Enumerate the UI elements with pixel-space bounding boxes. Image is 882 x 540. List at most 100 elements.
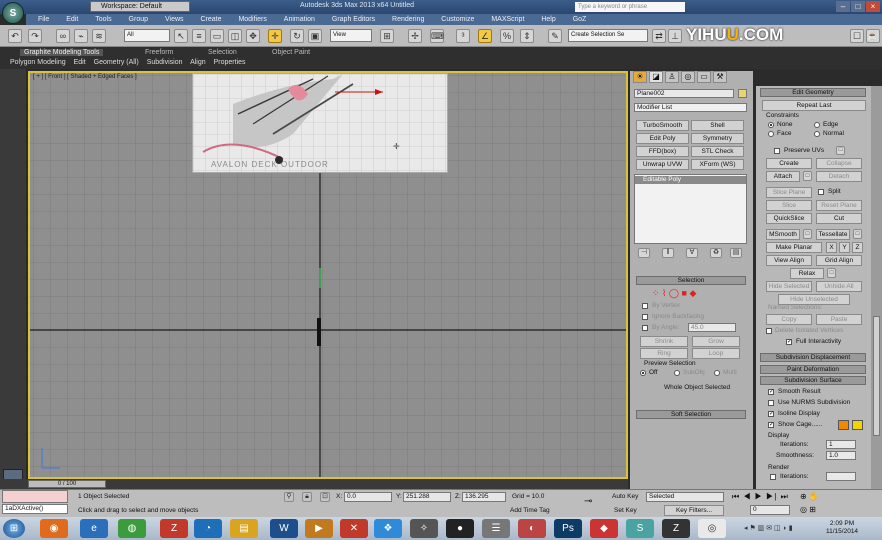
attach-settings-icon[interactable]: □ bbox=[803, 171, 812, 181]
x-coordinate-field[interactable]: 0.0 bbox=[344, 492, 392, 502]
scale-icon[interactable]: ▣ bbox=[308, 29, 322, 43]
menu-edit[interactable]: Edit bbox=[66, 14, 78, 25]
link-icon[interactable]: ∞ bbox=[56, 29, 70, 43]
filezilla-task-icon[interactable]: Z bbox=[160, 519, 188, 538]
slice-plane-button[interactable]: Slice Plane bbox=[766, 187, 812, 198]
shell-button[interactable]: Shell bbox=[691, 120, 744, 131]
quickslice-button[interactable]: QuickSlice bbox=[766, 213, 812, 224]
make-planar-button[interactable]: Make Planar bbox=[766, 242, 822, 253]
slice-button[interactable]: Slice bbox=[766, 200, 812, 211]
menu-modifiers[interactable]: Modifiers bbox=[238, 14, 266, 25]
playback-controls[interactable]: ⏮ ◀ ▶ ▶| ⏭ bbox=[732, 492, 789, 502]
keyboard-shortcut-icon[interactable]: ⌨ bbox=[430, 29, 444, 43]
menu-goz[interactable]: GoZ bbox=[573, 14, 587, 25]
menu-create[interactable]: Create bbox=[200, 14, 221, 25]
minimize-button[interactable]: – bbox=[836, 1, 850, 12]
tab-object-paint[interactable]: Object Paint bbox=[272, 49, 310, 56]
system-clock[interactable]: 2:09 PM 11/15/2014 bbox=[826, 520, 858, 536]
loop-button[interactable]: Loop bbox=[692, 348, 740, 359]
lock-selection-icon[interactable]: 🔒︎ bbox=[302, 492, 312, 502]
subdivision-displacement-header[interactable]: Subdivision Displacement bbox=[760, 353, 866, 362]
word-task-icon[interactable]: W bbox=[270, 519, 298, 538]
pivot-center-icon[interactable]: ⊞ bbox=[380, 29, 394, 43]
msmooth-button[interactable]: MSmooth bbox=[766, 229, 800, 240]
key-icon[interactable]: ⊸ bbox=[584, 496, 592, 507]
tessellate-settings-icon[interactable]: □ bbox=[853, 229, 862, 239]
tray-icons[interactable]: ◂ ⚑ ▥ ✉ ◫ ◗ ▮ bbox=[744, 524, 793, 532]
menu-views[interactable]: Views bbox=[165, 14, 184, 25]
photoshop-task-icon[interactable]: Ps bbox=[554, 519, 582, 538]
isoline-display-checkbox[interactable]: ✓ bbox=[768, 411, 774, 417]
maximize-button[interactable]: □ bbox=[851, 1, 865, 12]
copy-button[interactable]: Copy bbox=[766, 314, 812, 325]
render-setup-icon[interactable]: ☐ bbox=[850, 29, 864, 43]
relax-settings-icon[interactable]: □ bbox=[827, 268, 836, 278]
snaps-toggle-icon[interactable]: ³ bbox=[456, 29, 470, 43]
create-tab-icon[interactable]: ☀ bbox=[633, 71, 647, 83]
ribbon-properties[interactable]: Properties bbox=[214, 59, 246, 66]
chrome-task-icon[interactable]: ◍ bbox=[118, 519, 146, 538]
maxscript-listener-input[interactable]: 1aDXActive() bbox=[2, 504, 68, 514]
unwrap-uvw-button[interactable]: Unwrap UVW bbox=[636, 159, 689, 170]
attach-button[interactable]: Attach bbox=[766, 171, 800, 182]
selection-filter-dropdown[interactable]: All bbox=[124, 29, 170, 42]
tab-freeform[interactable]: Freeform bbox=[145, 49, 173, 56]
modifier-list-dropdown[interactable]: Modifier List bbox=[634, 103, 747, 112]
search-input[interactable]: Type a keyword or phrase bbox=[575, 2, 685, 12]
preview-multi-radio[interactable] bbox=[714, 370, 720, 376]
constraint-normal-radio[interactable] bbox=[814, 131, 820, 137]
scrollbar-thumb[interactable] bbox=[873, 316, 880, 436]
planar-z-button[interactable]: Z bbox=[852, 242, 863, 253]
edit-named-selection-icon[interactable]: ✎ bbox=[548, 29, 562, 43]
hide-selected-button[interactable]: Hide Selected bbox=[766, 281, 812, 292]
stl-check-button[interactable]: STL Check bbox=[691, 146, 744, 157]
ribbon-edit[interactable]: Edit bbox=[74, 59, 86, 66]
ribbon-geometry[interactable]: Geometry (All) bbox=[94, 59, 139, 66]
symmetry-button[interactable]: Symmetry bbox=[691, 133, 744, 144]
view-align-button[interactable]: View Align bbox=[766, 255, 812, 266]
front-viewport[interactable]: [ + ] [ Front ] [ Shaded + Edged Faces ] bbox=[28, 71, 628, 479]
unhide-all-button[interactable]: Unhide All bbox=[816, 281, 862, 292]
set-key-button[interactable]: Set Key bbox=[614, 507, 637, 514]
by-vertex-checkbox[interactable] bbox=[642, 303, 648, 309]
menu-tools[interactable]: Tools bbox=[95, 14, 111, 25]
make-unique-icon[interactable]: ∀ bbox=[686, 248, 698, 258]
select-move-icon[interactable]: ✥ bbox=[246, 29, 260, 43]
pin-stack-icon[interactable]: ⊣ bbox=[638, 248, 650, 258]
by-angle-checkbox[interactable] bbox=[642, 325, 648, 331]
stack-item-editable-poly[interactable]: Editable Poly bbox=[635, 176, 746, 184]
render-icon[interactable]: ☕ bbox=[866, 29, 880, 43]
ignore-backfacing-checkbox[interactable] bbox=[642, 314, 648, 320]
key-filters-button[interactable]: Key Filters... bbox=[664, 505, 724, 516]
reset-plane-button[interactable]: Reset Plane bbox=[816, 200, 862, 211]
menu-animation[interactable]: Animation bbox=[284, 14, 315, 25]
ribbon-subdivision[interactable]: Subdivision bbox=[147, 59, 183, 66]
menu-rendering[interactable]: Rendering bbox=[392, 14, 424, 25]
hierarchy-tab-icon[interactable]: ♙ bbox=[665, 71, 679, 83]
tool-task-icon[interactable]: ✧ bbox=[410, 519, 438, 538]
select-manipulate-icon[interactable]: ✢ bbox=[408, 29, 422, 43]
align-icon[interactable]: ⊥ bbox=[668, 29, 682, 43]
object-name-field[interactable]: Plane002 bbox=[634, 89, 734, 98]
ref-coord-dropdown[interactable]: View bbox=[330, 29, 372, 42]
constraint-none-radio[interactable] bbox=[768, 122, 774, 128]
split-checkbox[interactable] bbox=[818, 189, 824, 195]
absolute-mode-icon[interactable]: ⊡ bbox=[320, 492, 330, 502]
percent-snap-icon[interactable]: % bbox=[500, 29, 514, 43]
close-button[interactable]: × bbox=[866, 1, 880, 12]
auto-key-button[interactable]: Auto Key bbox=[612, 493, 638, 500]
paste-button[interactable]: Paste bbox=[816, 314, 862, 325]
rect-selection-icon[interactable]: ▭ bbox=[210, 29, 224, 43]
preserve-uvs-checkbox[interactable] bbox=[774, 148, 780, 154]
grow-button[interactable]: Grow bbox=[692, 336, 740, 347]
menu-group[interactable]: Group bbox=[129, 14, 148, 25]
utilities-tab-icon[interactable]: ⚒ bbox=[713, 71, 727, 83]
render-iterations-spinner[interactable] bbox=[826, 472, 856, 481]
unlink-icon[interactable]: ⌁ bbox=[74, 29, 88, 43]
window-crossing-icon[interactable]: ◫ bbox=[228, 29, 242, 43]
z-coordinate-field[interactable]: 136.295 bbox=[462, 492, 506, 502]
paint-deformation-header[interactable]: Paint Deformation bbox=[760, 365, 866, 374]
relax-button[interactable]: Relax bbox=[790, 268, 824, 279]
cage-color-swatch-1[interactable] bbox=[838, 420, 849, 430]
soft-selection-rollout-header[interactable]: Soft Selection bbox=[636, 410, 746, 419]
